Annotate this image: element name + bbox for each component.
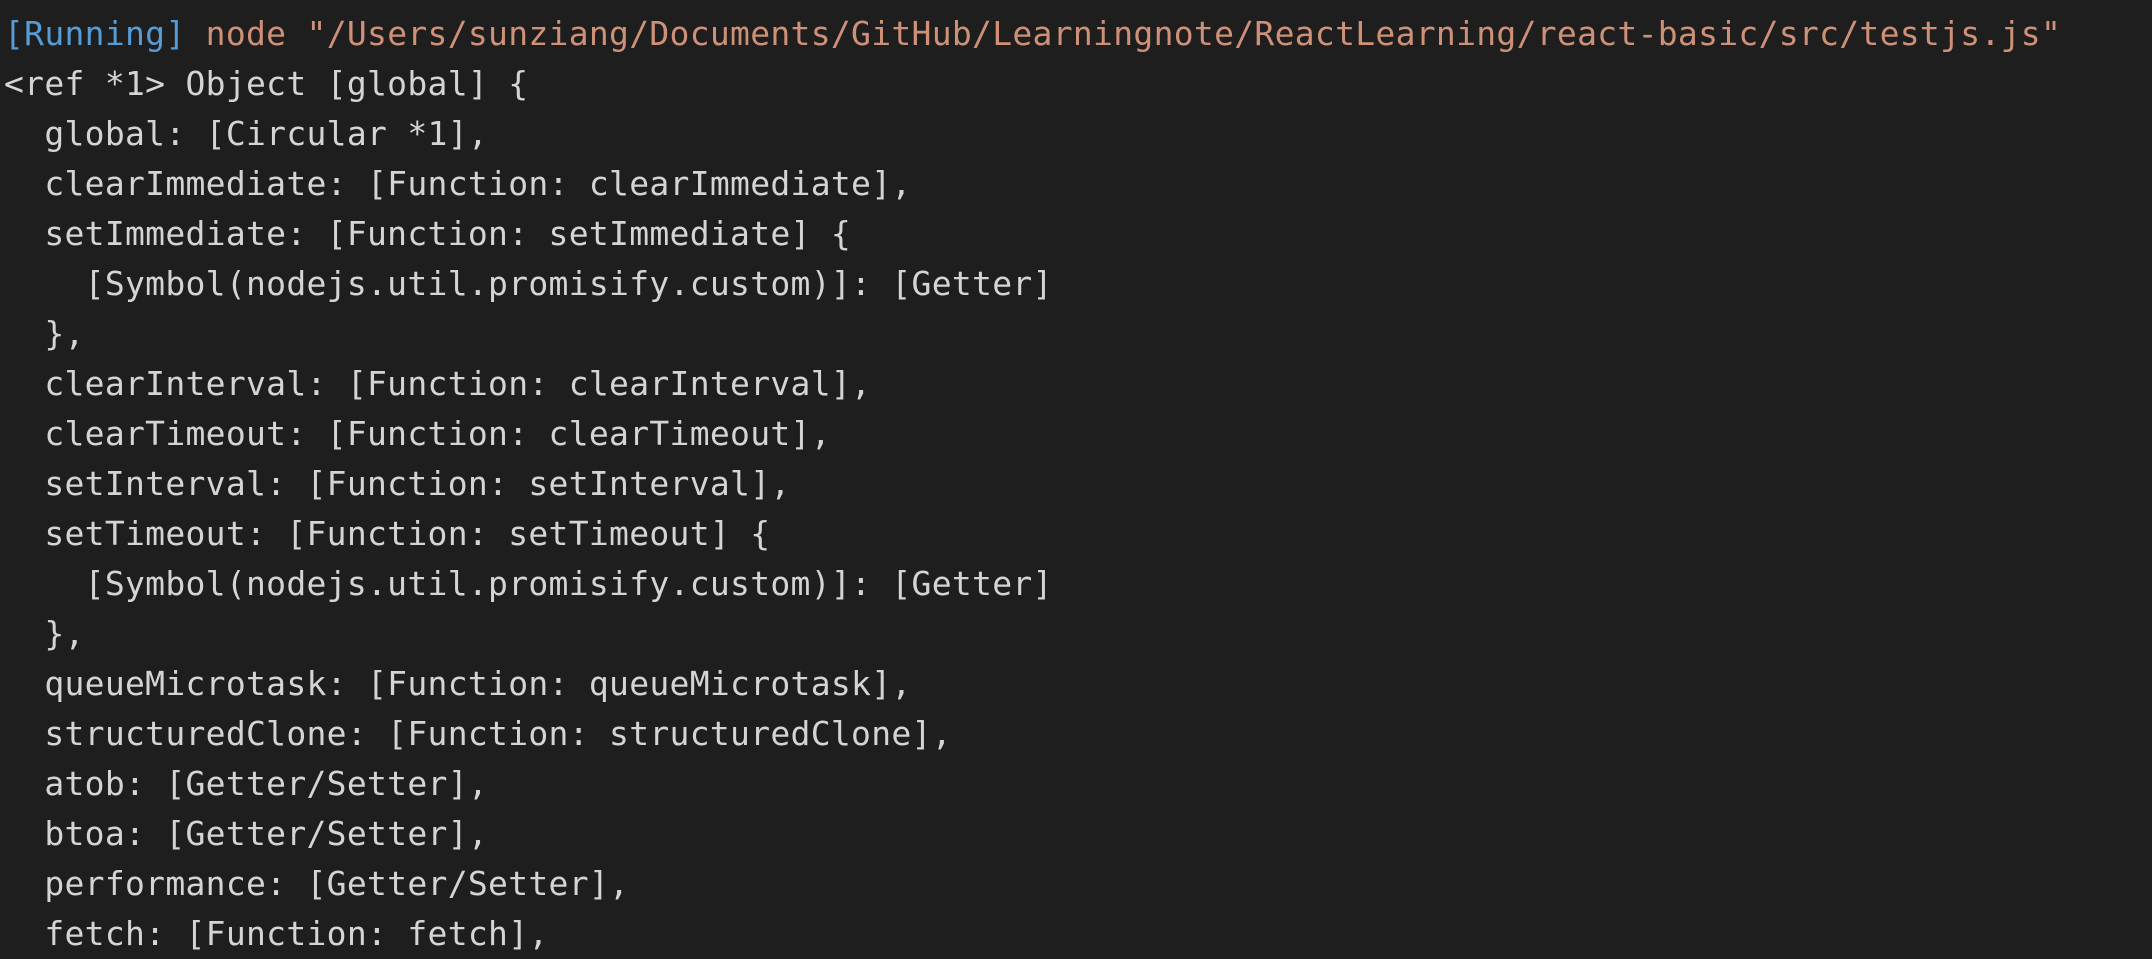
output-line: setInterval: [Function: setInterval],	[4, 464, 791, 503]
output-line: setImmediate: [Function: setImmediate] {	[4, 214, 852, 253]
output-line: clearInterval: [Function: clearInterval]…	[4, 364, 872, 403]
output-line: setTimeout: [Function: setTimeout] {	[4, 514, 771, 553]
output-line: clearTimeout: [Function: clearTimeout],	[4, 414, 831, 453]
output-line: <ref *1> Object [global] {	[4, 64, 529, 103]
running-status-tag: [Running]	[4, 14, 186, 53]
output-line: clearImmediate: [Function: clearImmediat…	[4, 164, 912, 203]
output-line: },	[4, 314, 85, 353]
output-line: [Symbol(nodejs.util.promisify.custom)]: …	[4, 564, 1053, 603]
output-line: queueMicrotask: [Function: queueMicrotas…	[4, 664, 912, 703]
output-panel[interactable]: [Running] node "/Users/sunziang/Document…	[0, 0, 2152, 954]
run-command-text: node "/Users/sunziang/Documents/GitHub/L…	[185, 14, 2062, 53]
output-line: [Symbol(nodejs.util.promisify.custom)]: …	[4, 264, 1053, 303]
output-line: },	[4, 614, 85, 653]
output-line: atob: [Getter/Setter],	[4, 764, 489, 803]
output-line: fetch: [Function: fetch],	[4, 914, 549, 953]
output-line: global: [Circular *1],	[4, 114, 489, 153]
run-command-line: [Running] node "/Users/sunziang/Document…	[4, 9, 2152, 59]
output-line: performance: [Getter/Setter],	[4, 864, 630, 903]
output-line: btoa: [Getter/Setter],	[4, 814, 489, 853]
output-line: structuredClone: [Function: structuredCl…	[4, 714, 952, 753]
